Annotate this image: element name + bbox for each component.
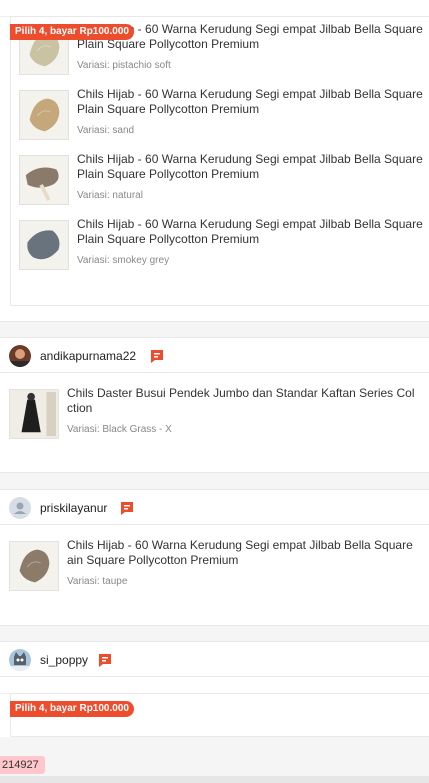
product-variant: Variasi: natural — [77, 190, 143, 201]
avatar[interactable] — [9, 345, 31, 367]
bottom-bar — [0, 776, 429, 783]
chat-icon[interactable] — [149, 348, 165, 364]
product-name[interactable]: Chils Daster Busui Pendek Jumbo dan Stan… — [67, 386, 429, 416]
username[interactable]: andikapurnama22 — [40, 349, 136, 363]
product-name[interactable]: Chils Hijab - 60 Warna Kerudung Segi emp… — [67, 538, 429, 568]
chat-icon[interactable] — [97, 652, 113, 668]
product-name[interactable]: Chils Hijab - 60 Warna Kerudung Segi emp… — [77, 217, 429, 247]
hijab-image-icon — [20, 91, 68, 139]
hijab-image-icon — [10, 542, 58, 590]
order-user-bar: priskilayanur — [0, 489, 429, 525]
product-variant: Variasi: sand — [77, 125, 135, 136]
dress-image-icon — [10, 390, 58, 438]
order-card-3: Chils Hijab - 60 Warna Kerudung Segi emp… — [0, 525, 429, 626]
product-variant: Variasi: smokey grey — [77, 255, 170, 266]
order-user-bar: si_poppy — [0, 641, 429, 677]
product-variant: Variasi: taupe — [67, 576, 128, 587]
product-thumbnail — [19, 155, 69, 205]
product-variant: Variasi: Black Grass - X — [67, 424, 172, 435]
username[interactable]: si_poppy — [40, 653, 88, 667]
order-card-4: Pilih 4, bayar Rp100.000 — [0, 677, 429, 737]
product-name[interactable]: Chils Hijab - 60 Warna Kerudung Segi emp… — [77, 152, 429, 182]
default-avatar-icon — [9, 497, 31, 519]
product-thumbnail — [9, 541, 59, 591]
avatar[interactable] — [9, 649, 31, 671]
hijab-image-icon — [20, 221, 68, 269]
order-code-tag: 214927 — [0, 756, 45, 774]
product-row[interactable]: Chils Hijab - 60 Warna Kerudung Segi emp… — [11, 212, 429, 277]
product-row[interactable]: Chils Hijab - 60 Warna Kerudung Segi emp… — [11, 82, 429, 147]
product-name[interactable]: Chils Hijab - 60 Warna Kerudung Segi emp… — [77, 87, 429, 117]
product-row[interactable]: Chils Hijab - 60 Warna Kerudung Segi emp… — [0, 533, 429, 598]
user-photo-icon — [9, 345, 31, 367]
username[interactable]: priskilayanur — [40, 501, 107, 515]
bundle-box: Chils Hijab - 60 Warna Kerudung Segi emp… — [10, 16, 429, 306]
product-row[interactable]: Chils Hijab - 60 Warna Kerudung Segi emp… — [11, 147, 429, 212]
product-thumbnail — [19, 220, 69, 270]
cat-avatar-icon — [9, 649, 31, 671]
promo-badge: Pilih 4, bayar Rp100.000 — [10, 701, 134, 717]
product-variant: Variasi: pistachio soft — [77, 60, 171, 71]
avatar[interactable] — [9, 497, 31, 519]
product-thumbnail — [9, 389, 59, 439]
chat-icon[interactable] — [119, 500, 135, 516]
order-card-1: Chils Hijab - 60 Warna Kerudung Segi emp… — [0, 0, 429, 322]
order-card-2: Chils Daster Busui Pendek Jumbo dan Stan… — [0, 373, 429, 473]
promo-badge: Pilih 4, bayar Rp100.000 — [10, 24, 134, 40]
product-row[interactable]: Chils Daster Busui Pendek Jumbo dan Stan… — [0, 381, 429, 446]
product-thumbnail — [19, 90, 69, 140]
order-user-bar: andikapurnama22 — [0, 337, 429, 373]
hijab-image-icon — [20, 156, 68, 204]
